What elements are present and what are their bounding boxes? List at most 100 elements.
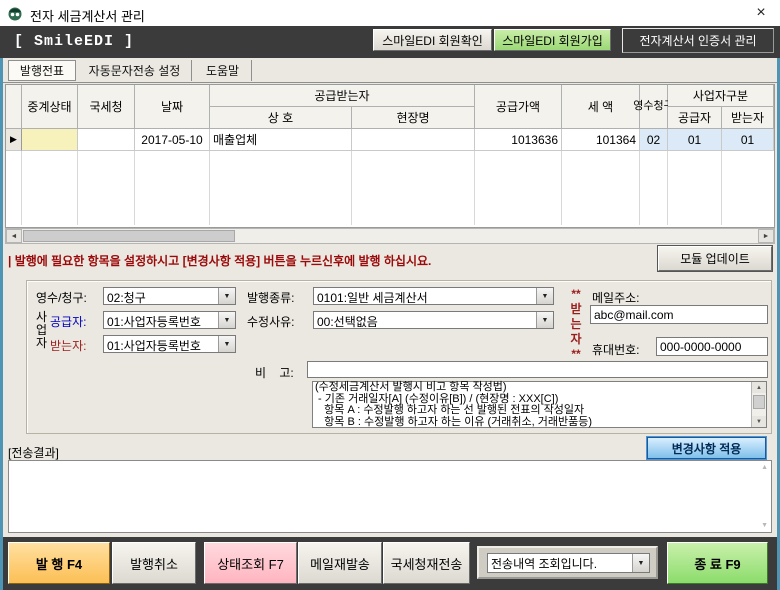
app-window: 전자 세금계산서 관리 × [ SmileEDI ] 스마일EDI 회원확인 스… (0, 0, 780, 590)
transfer-history-select[interactable]: 전송내역 조회입니다. ▼ (487, 553, 650, 573)
note-label: 비 고: (255, 364, 294, 381)
cert-manage-button[interactable]: 전자계산서 인증서 관리 (622, 28, 774, 53)
issue-cancel-button[interactable]: 발행취소 (112, 542, 196, 584)
status-check-button[interactable]: 상태조회 F7 (204, 542, 297, 584)
chevron-down-icon[interactable]: ▼ (218, 336, 235, 352)
note-input[interactable] (307, 361, 768, 378)
header-site[interactable]: 현장명 (352, 107, 475, 129)
header-supplier[interactable]: 공급자 (668, 107, 722, 129)
header-tax-amount[interactable]: 세 액 (562, 85, 640, 129)
cell-receiver-code[interactable]: 01 (722, 129, 774, 151)
member-join-button[interactable]: 스마일EDI 회원가입 (494, 29, 611, 51)
required-mark: ** (571, 348, 580, 361)
supplier-type-select[interactable]: 01:사업자등록번호 ▼ (103, 311, 236, 329)
receiver-type-selected: 01:사업자등록번호 (104, 336, 218, 352)
scroll-right-icon[interactable]: ► (758, 229, 774, 243)
supplier-type-label: 공급자: (50, 313, 86, 330)
header-biz-group[interactable]: 사업자구분 (668, 85, 774, 107)
header-nts[interactable]: 국세청 (78, 85, 135, 129)
receipt-claim-label: 영수/청구: (36, 289, 87, 306)
chevron-down-icon[interactable]: ▼ (218, 312, 235, 328)
scroll-left-icon[interactable]: ◄ (6, 229, 22, 243)
scrollbar-thumb[interactable] (23, 230, 235, 242)
nts-resend-button[interactable]: 국세청재전송 (383, 542, 470, 584)
header-buyer-group[interactable]: 공급받는자 (210, 85, 475, 107)
scroll-up-icon[interactable]: ▲ (752, 382, 766, 393)
header-date[interactable]: 날짜 (135, 85, 210, 129)
title-bar: 전자 세금계산서 관리 × (0, 0, 780, 26)
filler-cell (668, 151, 722, 225)
filler-cell (210, 151, 352, 225)
cell-site[interactable] (352, 129, 475, 151)
header-supply-amount[interactable]: 공급가액 (475, 85, 562, 129)
phone-input[interactable] (656, 337, 768, 356)
issue-button[interactable]: 발 행 F4 (8, 542, 110, 584)
apply-changes-button[interactable]: 변경사항 적용 (647, 437, 766, 459)
header-receipt-claim[interactable]: 영수청구 (640, 85, 668, 129)
scrollbar-thumb[interactable] (753, 395, 765, 409)
receiver-required-vertical-label: ** 받 는 자 ** (566, 288, 586, 361)
issue-type-label: 발행종류: (247, 289, 295, 306)
cell-relay-status[interactable] (22, 129, 78, 151)
transfer-history-frame: 전송내역 조회입니다. ▼ (477, 546, 658, 579)
receiver-char: 받 (570, 303, 581, 316)
chevron-down-icon[interactable]: ▼ (218, 288, 235, 304)
tab-help[interactable]: 도움말 (194, 60, 252, 81)
email-input[interactable] (590, 305, 768, 324)
module-update-button[interactable]: 모듈 업데이트 (658, 246, 772, 271)
receiver-type-label: 받는자: (50, 337, 86, 354)
header-relay-status[interactable]: 중계상태 (22, 85, 78, 129)
cell-tax-amount[interactable]: 101364 (562, 129, 640, 151)
cell-nts[interactable] (78, 129, 135, 151)
table-horizontal-scrollbar[interactable]: ◄ ► (5, 228, 775, 244)
receipt-claim-selected: 02:청구 (104, 288, 218, 304)
mail-resend-button[interactable]: 메일재발송 (298, 542, 382, 584)
invoice-table: 중계상태 국세청 날짜 공급받는자 공급가액 세 액 영수청구 사업자구분 상 … (5, 84, 775, 228)
member-check-button[interactable]: 스마일EDI 회원확인 (373, 29, 492, 51)
modify-reason-selected: 00:선택없음 (314, 312, 536, 328)
issue-type-selected: 0101:일반 세금계산서 (314, 288, 536, 304)
cell-supplier-code[interactable]: 01 (668, 129, 722, 151)
row-marker: ▶ (6, 129, 22, 151)
cell-receipt-claim[interactable]: 02 (640, 129, 668, 151)
scroll-down-icon: ▼ (761, 522, 768, 529)
receiver-char: 자 (570, 333, 581, 346)
scroll-down-icon[interactable]: ▼ (752, 416, 766, 427)
window-left-edge (0, 58, 3, 590)
scroll-up-icon: ▲ (761, 464, 768, 471)
header-marker (6, 85, 22, 129)
cell-date[interactable]: 2017-05-10 (135, 129, 210, 151)
tab-auto-sms[interactable]: 자동문자전송 설정 (78, 60, 192, 81)
filler-cell (722, 151, 774, 225)
receipt-claim-select[interactable]: 02:청구 ▼ (103, 287, 236, 305)
supplier-type-selected: 01:사업자등록번호 (104, 312, 218, 328)
issue-type-select[interactable]: 0101:일반 세금계산서 ▼ (313, 287, 554, 305)
memo-line: 항목 A : 수정발행 하고자 하는 선 발행된 전표의 작성일자 (313, 405, 766, 417)
chevron-down-icon[interactable]: ▼ (536, 288, 553, 304)
filler-cell (78, 151, 135, 225)
required-mark: ** (571, 288, 580, 301)
transfer-result-label: [전송결과] (8, 444, 59, 461)
transfer-result-textarea[interactable]: ▲ ▼ (8, 460, 772, 533)
header-receiver[interactable]: 받는자 (722, 107, 774, 129)
app-icon (7, 5, 23, 21)
cell-supply-amount[interactable]: 1013636 (475, 129, 562, 151)
filler-cell (640, 151, 668, 225)
tab-divider (3, 82, 777, 83)
receiver-type-select[interactable]: 01:사업자등록번호 ▼ (103, 335, 236, 353)
transfer-history-selected: 전송내역 조회입니다. (488, 554, 632, 572)
brand-logo: [ SmileEDI ] (14, 33, 134, 50)
chevron-down-icon[interactable]: ▼ (536, 312, 553, 328)
filler-cell (475, 151, 562, 225)
header-company[interactable]: 상 호 (210, 107, 352, 129)
tab-issue-slip[interactable]: 발행전표 (8, 60, 76, 81)
exit-button[interactable]: 종 료 F9 (667, 542, 768, 584)
cell-company[interactable]: 매출업체 (210, 129, 352, 151)
issue-notice-text: | 발행에 필요한 항목을 설정하시고 [변경사항 적용] 버튼을 누르신후에 … (8, 252, 431, 269)
memo-vertical-scrollbar[interactable]: ▲ ▼ (751, 382, 766, 427)
chevron-down-icon[interactable]: ▼ (632, 554, 649, 572)
email-label: 메일주소: (592, 289, 640, 306)
receiver-char: 는 (570, 318, 581, 331)
close-icon[interactable]: × (748, 2, 774, 24)
modify-reason-select[interactable]: 00:선택없음 ▼ (313, 311, 554, 329)
